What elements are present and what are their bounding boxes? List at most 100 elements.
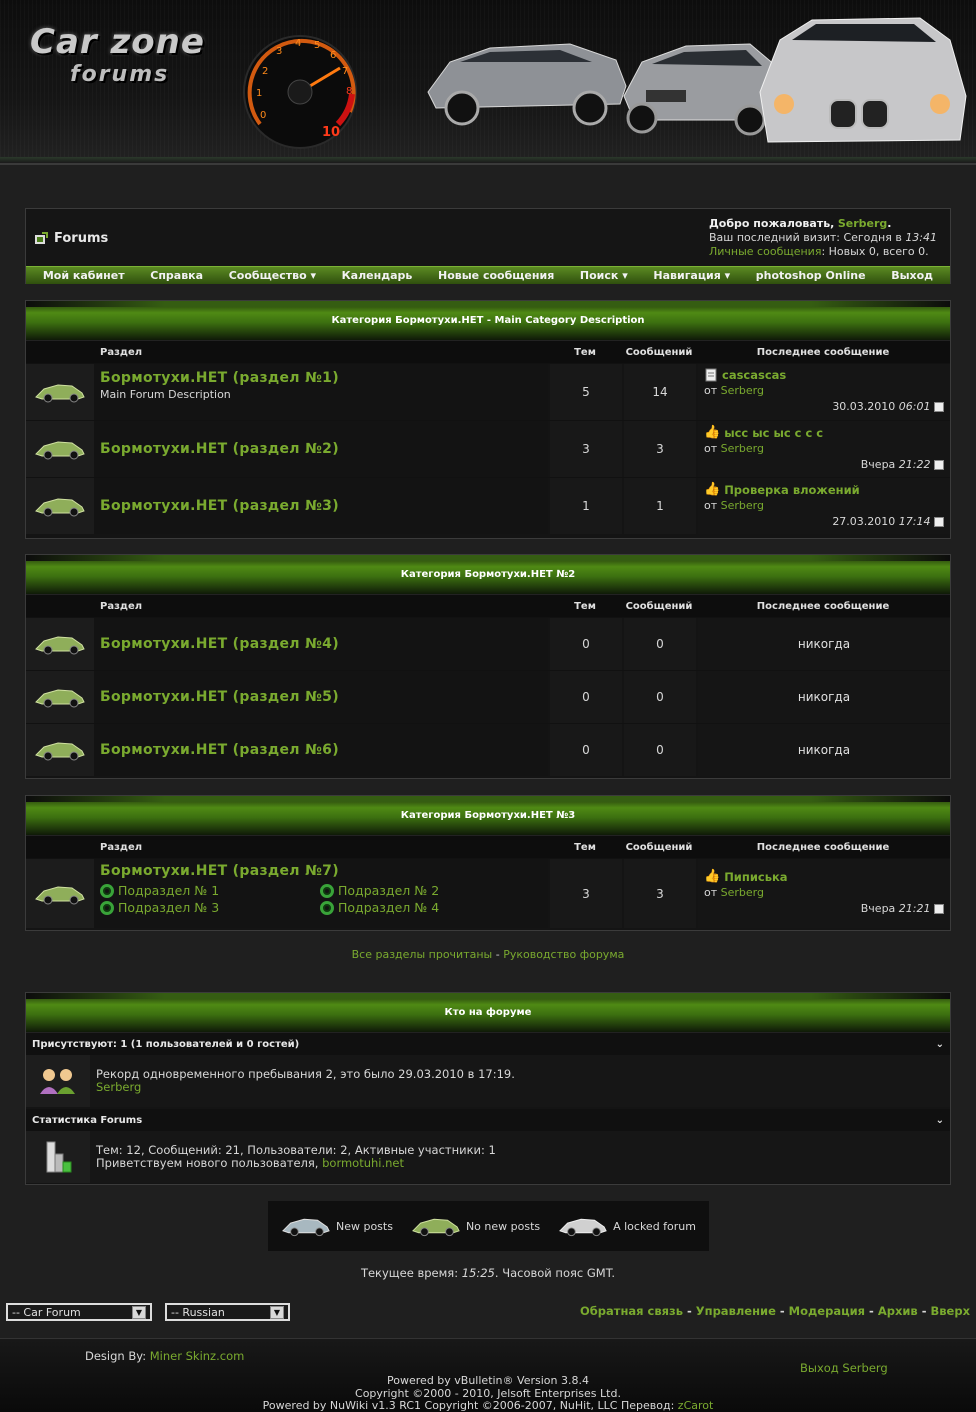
thread-count: 3 (550, 421, 622, 477)
translator-link[interactable]: zCarot (678, 1399, 714, 1412)
moderation-link[interactable]: Модерация (789, 1304, 865, 1318)
design-link[interactable]: Miner Skinz.com (150, 1349, 245, 1363)
go-to-post-icon[interactable] (934, 904, 944, 914)
forum-title[interactable]: Бормотухи.НЕТ (раздел №6) (100, 742, 339, 758)
forum-title[interactable]: Бормотухи.НЕТ (раздел №3) (100, 498, 339, 514)
last-post: 👍 Пиписька от Serberg Вчера 21:21 (698, 859, 950, 928)
subforum-link[interactable]: Подраздел № 2 (338, 883, 439, 898)
new-user-link[interactable]: bormotuhi.net (322, 1156, 404, 1170)
thread-count: 0 (550, 671, 622, 723)
welcome-box: Добро пожаловать, Serberg. Ваш последний… (709, 217, 938, 258)
last-post-never: никогда (698, 671, 950, 723)
last-post-title[interactable]: cascascas (722, 368, 786, 382)
forum-guide-link[interactable]: Руководство форума (503, 948, 624, 961)
svg-text:6: 6 (330, 50, 336, 61)
forum-description: Main Forum Description (100, 388, 231, 401)
nav-calendar[interactable]: Календарь (342, 269, 413, 282)
forum-row: Бормотухи.НЕТ (раздел №1) Main Forum Desc… (26, 363, 950, 420)
style-select[interactable]: -- Car Forum ▼ (6, 1303, 152, 1321)
last-post-title[interactable]: ысс ыс ыс с с с (724, 426, 823, 440)
subforum-item[interactable]: Подраздел № 3 (100, 900, 320, 915)
thread-count: 0 (550, 724, 622, 776)
go-to-post-icon[interactable] (934, 517, 944, 527)
subforum-link[interactable]: Подраздел № 4 (338, 900, 439, 915)
last-post-time: 21:22 (898, 458, 931, 471)
logo-text[interactable]: Car zone (30, 22, 205, 62)
category-header[interactable]: Категория Бормотухи.НЕТ - Main Category … (26, 301, 950, 341)
thread-count: 5 (550, 364, 622, 420)
welcome-username[interactable]: Serberg (838, 217, 887, 230)
forum-title[interactable]: Бормотухи.НЕТ (раздел №2) (100, 441, 339, 457)
col-forum: Раздел (100, 841, 143, 853)
online-user-link[interactable]: Serberg (96, 1081, 515, 1094)
language-select[interactable]: -- Russian ▼ (165, 1303, 290, 1321)
stats-title: Статистика Forums (32, 1114, 143, 1126)
footer-logout-link[interactable]: Выход Serberg (800, 1361, 888, 1375)
nav-help[interactable]: Справка (150, 269, 203, 282)
forum-title[interactable]: Бормотухи.НЕТ (раздел №7) (100, 863, 542, 879)
speedometer-logo: 0 1 2 3 4 5 6 7 8 10 (243, 35, 357, 149)
forum-title[interactable]: Бормотухи.НЕТ (раздел №1) (100, 370, 542, 386)
mark-all-read-link[interactable]: Все разделы прочитаны (352, 948, 493, 961)
nav-community[interactable]: Сообщество ▾ (229, 269, 316, 282)
subforum-item[interactable]: Подраздел № 2 (320, 883, 540, 898)
admin-link[interactable]: Управление (696, 1304, 776, 1318)
online-users-row: Рекорд одновременного пребывания 2, это … (26, 1055, 950, 1107)
category-header[interactable]: Категория Бормотухи.НЕТ №2 (26, 555, 950, 595)
col-threads: Тем (574, 346, 596, 358)
last-post-title[interactable]: Проверка вложений (724, 483, 860, 497)
last-post-author[interactable]: Serberg (721, 499, 764, 512)
subforum-item[interactable]: Подраздел № 1 (100, 883, 320, 898)
timezone-text: . Часовой пояс GMT. (494, 1266, 616, 1280)
present-section-header[interactable]: Присутствуют: 1 (1 пользователей и 0 гос… (26, 1033, 950, 1055)
whos-online-panel: Кто на форуме Присутствуют: 1 (1 пользов… (25, 992, 951, 1185)
nav-logout[interactable]: Выход (891, 269, 933, 282)
stats-section-header[interactable]: Статистика Forums ⌄ (26, 1109, 950, 1131)
last-post-author[interactable]: Serberg (721, 442, 764, 455)
forum-title[interactable]: Бормотухи.НЕТ (раздел №4) (100, 636, 339, 652)
post-count: 14 (624, 364, 696, 420)
last-post-time: 21:21 (898, 902, 931, 915)
top-link[interactable]: Вверх (931, 1304, 971, 1318)
breadcrumb-forums[interactable]: Forums (54, 231, 108, 246)
powered-by: Powered by vBulletin® Version 3.8.4 Copy… (0, 1374, 976, 1412)
forum-title[interactable]: Бормотухи.НЕТ (раздел №5) (100, 689, 339, 705)
chevron-down-icon[interactable]: ⌄ (936, 1039, 944, 1050)
cars-banner (427, 17, 967, 143)
whos-online-header[interactable]: Кто на форуме (26, 993, 950, 1033)
subforum-status-icon (100, 883, 114, 898)
by-label: от (704, 886, 718, 899)
subforum-link[interactable]: Подраздел № 3 (118, 900, 219, 915)
col-threads: Тем (574, 841, 596, 853)
nav-search[interactable]: Поиск ▾ (580, 269, 628, 282)
col-forum: Раздел (100, 600, 143, 612)
chevron-down-icon[interactable]: ⌄ (936, 1115, 944, 1126)
post-count: 3 (624, 421, 696, 477)
record-text: Рекорд одновременного пребывания 2, это … (96, 1067, 515, 1081)
pm-link[interactable]: Личные сообщения (709, 245, 821, 258)
last-post-author[interactable]: Serberg (721, 384, 764, 397)
chevron-down-icon[interactable]: ▼ (270, 1305, 284, 1319)
archive-link[interactable]: Архив (878, 1304, 918, 1318)
last-visit-label: Ваш последний визит: Сегодня в (709, 231, 902, 244)
contact-link[interactable]: Обратная связь (580, 1304, 683, 1318)
post-count: 3 (624, 859, 696, 928)
category-3: Категория Бормотухи.НЕТ №3 Раздел Тем Со… (25, 795, 951, 931)
thumbs-up-icon: 👍 (704, 425, 721, 440)
post-count: 0 (624, 671, 696, 723)
category-header[interactable]: Категория Бормотухи.НЕТ №3 (26, 796, 950, 836)
nav-navigation[interactable]: Навигация ▾ (653, 269, 730, 282)
chevron-down-icon[interactable]: ▼ (132, 1305, 146, 1319)
nav-photoshop[interactable]: photoshop Online (756, 269, 866, 282)
go-to-post-icon[interactable] (934, 402, 944, 412)
go-to-post-icon[interactable] (934, 460, 944, 470)
last-post-author[interactable]: Serberg (721, 886, 764, 899)
nav-new-posts[interactable]: Новые сообщения (438, 269, 554, 282)
post-count: 0 (624, 618, 696, 670)
legend-new-posts: New posts (335, 1219, 393, 1233)
nav-my-account[interactable]: Мой кабинет (43, 269, 125, 282)
subforum-item[interactable]: Подраздел № 4 (320, 900, 540, 915)
forum-status-car-icon (26, 859, 94, 928)
last-post-title[interactable]: Пиписька (724, 870, 787, 884)
subforum-link[interactable]: Подраздел № 1 (118, 883, 219, 898)
